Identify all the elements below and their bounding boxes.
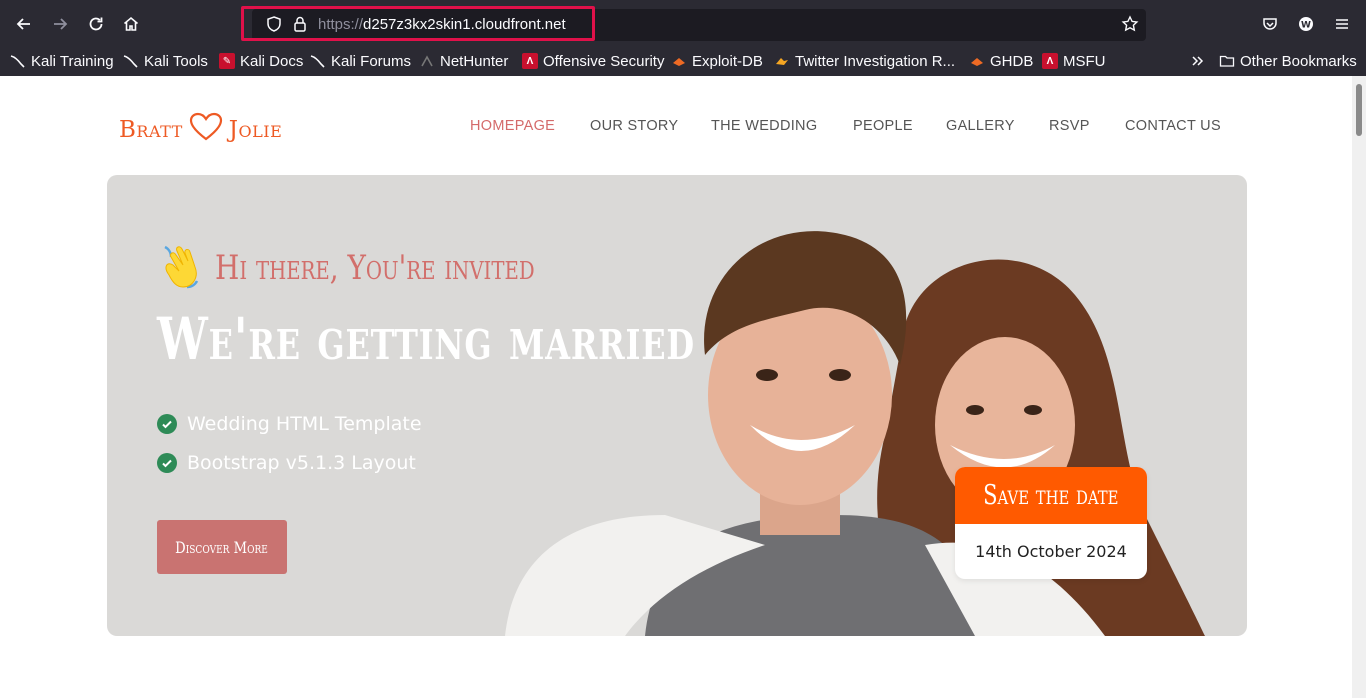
web-page: Bratt Jolie HOMEPAGE OUR STORY THE WEDDI… bbox=[0, 76, 1352, 698]
feature-item: Wedding HTML Template bbox=[157, 413, 422, 435]
forward-icon[interactable] bbox=[48, 12, 72, 36]
bookmark-label: NetHunter bbox=[440, 52, 509, 70]
feature-label: Wedding HTML Template bbox=[187, 413, 422, 435]
bookmark-star-icon[interactable] bbox=[1118, 12, 1142, 36]
bookmark-label: Twitter Investigation R... bbox=[795, 52, 956, 70]
svg-text:W: W bbox=[1301, 21, 1311, 31]
waving-hand-icon bbox=[157, 241, 207, 295]
save-the-date-header: Save the date bbox=[955, 467, 1147, 524]
bookmark-label: Kali Forums bbox=[331, 52, 412, 70]
nav-the-wedding[interactable]: THE WEDDING bbox=[711, 118, 817, 134]
folder-icon bbox=[1219, 53, 1235, 69]
bookmark-kali-forums[interactable]: Kali Forums bbox=[310, 52, 411, 70]
logo-left-text: Bratt bbox=[119, 117, 183, 143]
nav-rsvp[interactable]: RSVP bbox=[1049, 118, 1090, 134]
bookmark-label: Kali Training bbox=[31, 52, 114, 70]
wedding-date: 14th October 2024 bbox=[975, 542, 1127, 561]
bookmark-twitter-investigation[interactable]: Twitter Investigation R... bbox=[774, 52, 955, 70]
bookmark-label: Offensive Security bbox=[543, 52, 665, 70]
bookmark-exploit-db[interactable]: Exploit-DB bbox=[671, 52, 763, 70]
hero-section: Hi there, You're invited We're getting m… bbox=[107, 175, 1247, 636]
greeting-text: Hi there, You're invited bbox=[215, 248, 535, 288]
bookmark-label: MSFU bbox=[1063, 52, 1106, 70]
nethunter-icon bbox=[419, 53, 435, 69]
bookmark-msfu[interactable]: Λ MSFU bbox=[1042, 52, 1106, 70]
bookmark-label: Kali Docs bbox=[240, 52, 304, 70]
site-logo[interactable]: Bratt Jolie bbox=[119, 112, 282, 148]
extension-icon[interactable]: W bbox=[1294, 12, 1318, 36]
exploit-db-icon bbox=[671, 53, 687, 69]
save-the-date-title: Save the date bbox=[983, 480, 1119, 511]
kali-dragon-icon bbox=[123, 53, 139, 69]
check-circle-icon bbox=[157, 414, 177, 434]
ghdb-icon bbox=[969, 53, 985, 69]
bookmarks-overflow-icon[interactable] bbox=[1190, 52, 1206, 70]
nav-people[interactable]: PEOPLE bbox=[853, 118, 913, 134]
bookmark-kali-docs[interactable]: ✎ Kali Docs bbox=[219, 52, 303, 70]
bookmark-offensive-security[interactable]: Λ Offensive Security bbox=[522, 52, 664, 70]
feature-label: Bootstrap v5.1.3 Layout bbox=[187, 452, 416, 474]
bookmarks-toolbar: Kali Training Kali Tools ✎ Kali Docs Kali… bbox=[0, 46, 1366, 76]
reload-icon[interactable] bbox=[84, 12, 108, 36]
nav-homepage[interactable]: HOMEPAGE bbox=[470, 118, 555, 134]
other-bookmarks-label: Other Bookmarks bbox=[1240, 52, 1357, 70]
pocket-icon[interactable] bbox=[1258, 12, 1282, 36]
browser-toolbar: https://d257z3kx2skin1.cloudfront.net W bbox=[0, 0, 1366, 46]
offsec-icon: Λ bbox=[522, 53, 538, 69]
back-icon[interactable] bbox=[12, 12, 36, 36]
bookmark-kali-tools[interactable]: Kali Tools bbox=[123, 52, 208, 70]
logo-right-text: Jolie bbox=[228, 117, 283, 143]
bookmark-kali-training[interactable]: Kali Training bbox=[10, 52, 114, 70]
url-highlight-box bbox=[241, 6, 595, 41]
bookmark-ghdb[interactable]: GHDB bbox=[969, 52, 1033, 70]
app-menu-icon[interactable] bbox=[1330, 12, 1354, 36]
bookmark-label: Exploit-DB bbox=[692, 52, 763, 70]
discover-more-button[interactable]: Discover More bbox=[157, 520, 287, 574]
feature-item: Bootstrap v5.1.3 Layout bbox=[157, 452, 416, 474]
other-bookmarks[interactable]: Other Bookmarks bbox=[1219, 52, 1357, 70]
greeting-line: Hi there, You're invited bbox=[157, 241, 605, 295]
nav-gallery[interactable]: GALLERY bbox=[946, 118, 1015, 134]
hero-headline: We're getting married bbox=[157, 305, 695, 373]
offsec-icon: Λ bbox=[1042, 53, 1058, 69]
scrollbar-thumb[interactable] bbox=[1356, 84, 1362, 136]
kali-dragon-icon bbox=[310, 53, 326, 69]
kali-docs-icon: ✎ bbox=[219, 53, 235, 69]
bookmark-nethunter[interactable]: NetHunter bbox=[419, 52, 508, 70]
bookmark-label: Kali Tools bbox=[144, 52, 208, 70]
page-scrollbar[interactable] bbox=[1352, 76, 1366, 698]
twitter-investigation-icon bbox=[774, 53, 790, 69]
check-circle-icon bbox=[157, 453, 177, 473]
heart-icon bbox=[189, 112, 223, 148]
discover-more-label: Discover More bbox=[175, 537, 269, 557]
nav-our-story[interactable]: OUR STORY bbox=[590, 118, 678, 134]
bookmark-label: GHDB bbox=[990, 52, 1034, 70]
kali-dragon-icon bbox=[10, 53, 26, 69]
home-icon[interactable] bbox=[119, 12, 143, 36]
nav-contact-us[interactable]: CONTACT US bbox=[1125, 118, 1221, 134]
save-the-date-card: Save the date 14th October 2024 bbox=[955, 467, 1147, 579]
